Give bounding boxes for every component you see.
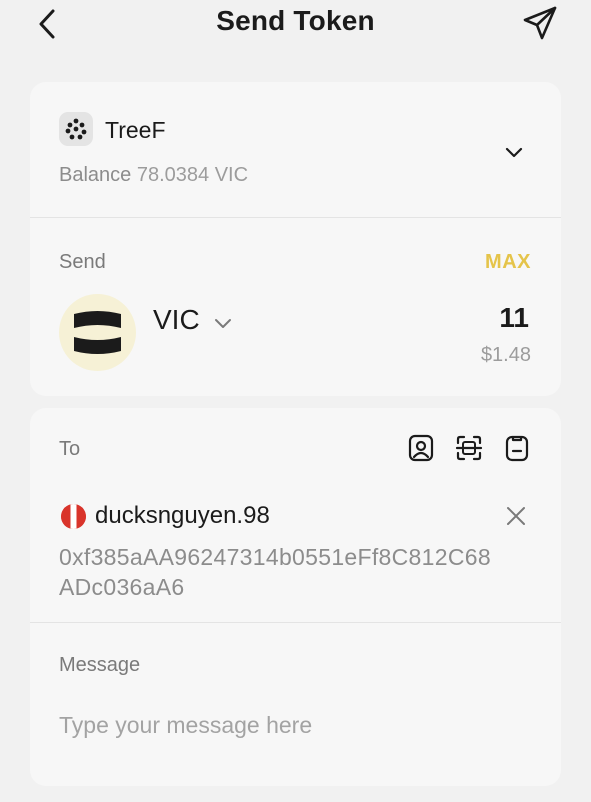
divider: [30, 217, 561, 218]
contacts-button[interactable]: [407, 434, 435, 462]
page-title: Send Token: [216, 5, 375, 36]
paper-plane-icon: [523, 6, 557, 40]
paste-button[interactable]: [503, 434, 531, 462]
message-input[interactable]: [59, 708, 529, 742]
token-symbol: VIC: [153, 304, 200, 335]
wallet-selector-button[interactable]: [502, 140, 526, 164]
viction-logo-icon: [74, 311, 121, 354]
recipient-address: 0xf385aAA96247314b0551eFf8C812C68ADc036a…: [59, 544, 491, 600]
balance-value: 78.0384 VIC: [136, 164, 249, 186]
header-bar: Send Token: [0, 0, 591, 46]
clear-recipient-button[interactable]: [504, 504, 528, 528]
recipient-name: ducksnguyen.98: [95, 502, 270, 529]
flag-icon: [61, 504, 86, 529]
amount-usd-value: $1.48: [480, 344, 531, 366]
divider: [30, 622, 561, 623]
wallet-name: TreeF: [105, 117, 166, 143]
token-card: TreeF Balance 78.0384 VIC Send MAX VIC 1…: [30, 82, 561, 396]
max-button[interactable]: MAX: [485, 251, 531, 274]
to-label: To: [59, 438, 81, 460]
wallet-balance: Balance 78.0384 VIC: [59, 164, 248, 187]
dots-cluster-icon: [65, 118, 87, 140]
recipient-card: To ducksnguyen.98 0xf385aAA96247314b0551…: [30, 408, 561, 786]
chevron-down-icon: [215, 318, 232, 328]
send-label: Send: [59, 251, 106, 273]
scan-qr-button[interactable]: [455, 434, 483, 462]
amount-input[interactable]: 11: [499, 302, 529, 334]
address-book-icon: [408, 434, 434, 462]
close-icon: [507, 507, 525, 525]
clipboard-icon: [505, 435, 529, 462]
wallet-logo: [59, 112, 93, 146]
token-logo: [59, 294, 136, 371]
send-history-button[interactable]: [521, 4, 559, 42]
balance-label: Balance: [59, 164, 132, 186]
qr-scan-icon: [455, 435, 483, 461]
recipient-avatar: [61, 504, 86, 529]
chevron-down-icon: [505, 147, 523, 158]
token-selector[interactable]: VIC: [153, 304, 234, 338]
message-label: Message: [59, 654, 141, 676]
